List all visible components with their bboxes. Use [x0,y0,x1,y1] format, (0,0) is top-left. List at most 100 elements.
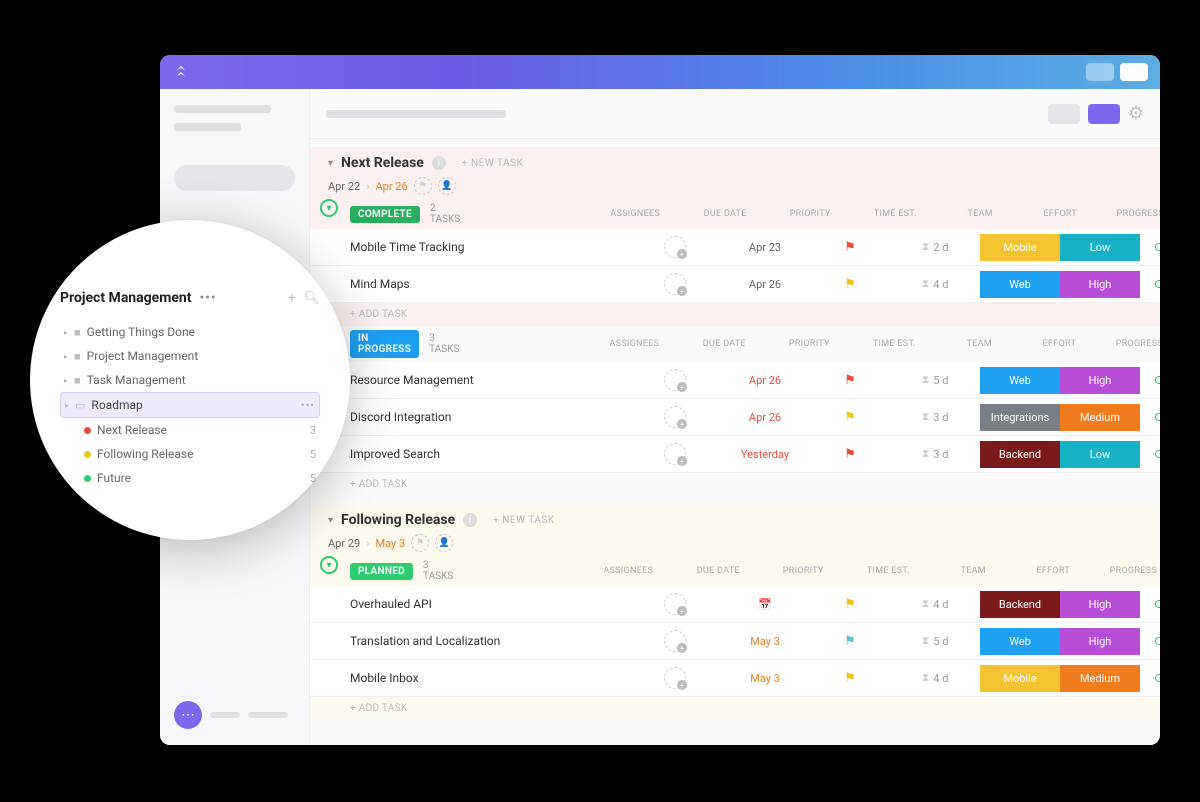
assignee-cell[interactable] [630,443,720,465]
priority-flag-icon[interactable]: ⚑ [810,410,890,425]
gear-icon[interactable]: ⚙ [1128,103,1144,124]
time-estimate[interactable]: ⧗5 d [890,634,980,648]
status-toggle-icon[interactable]: ▾ [320,199,338,217]
effort-tag[interactable]: High [1060,628,1140,655]
progress-cell[interactable] [1140,280,1160,288]
task-row[interactable]: Improved Search Yesterday ⚑ ⧗3 d Backend… [310,436,1160,473]
assignee-cell[interactable] [630,406,720,428]
status-badge[interactable]: IN PROGRESS [350,330,419,358]
effort-tag[interactable]: Medium [1060,665,1140,692]
priority-flag-icon[interactable]: ⚑ [810,373,890,388]
tree-item[interactable]: Following Release 5 [60,442,320,466]
task-row[interactable]: Translation and Localization May 3 ⚑ ⧗5 … [310,623,1160,660]
progress-cell[interactable] [1140,450,1160,458]
effort-tag[interactable]: High [1060,271,1140,298]
time-estimate[interactable]: ⧗4 d [890,597,980,611]
tree-item[interactable]: ▸ ■ Project Management [60,344,320,368]
assignee-cell[interactable] [630,273,720,295]
priority-flag-icon[interactable]: ⚑ [810,597,890,612]
assignee-cell[interactable] [630,667,720,689]
tree-item[interactable]: Future 5 [60,466,320,490]
team-tag[interactable]: Mobile [980,665,1060,692]
task-row[interactable]: Discord Integration Apr 26 ⚑ ⧗3 d Integr… [310,399,1160,436]
time-estimate[interactable]: ⧗5 d [890,373,980,387]
status-toggle-icon[interactable]: ▾ [320,556,338,574]
due-date[interactable]: May 3 [720,635,810,648]
team-tag[interactable]: Web [980,367,1060,394]
new-task-button[interactable]: + NEW TASK [493,515,554,526]
task-row[interactable]: Mobile Inbox May 3 ⚑ ⧗4 d Mobile Medium [310,660,1160,697]
time-estimate[interactable]: ⧗3 d [890,410,980,424]
flag-placeholder-icon[interactable]: ⚑ [411,534,429,552]
team-tag[interactable]: Backend [980,591,1060,618]
progress-cell[interactable] [1140,243,1160,251]
time-estimate[interactable]: ⧗4 d [890,671,980,685]
more-icon[interactable]: ••• [199,290,216,306]
chevron-down-icon[interactable]: ▾ [328,158,333,169]
due-date[interactable]: Apr 26 [720,411,810,424]
progress-cell[interactable] [1140,674,1160,682]
flag-placeholder-icon[interactable]: ⚑ [414,177,432,195]
priority-flag-icon[interactable]: ⚑ [810,277,890,292]
assignee-cell[interactable] [630,236,720,258]
more-icon[interactable]: ••• [301,399,315,412]
due-date[interactable]: 📅 [720,598,810,611]
add-task-button[interactable]: + ADD TASK [310,303,1160,326]
team-tag[interactable]: Integrations [980,404,1060,431]
priority-flag-icon[interactable]: ⚑ [810,634,890,649]
status-badge[interactable]: COMPLETE [350,206,420,223]
due-date[interactable]: Apr 26 [720,278,810,291]
assignee-cell[interactable] [630,593,720,615]
priority-flag-icon[interactable]: ⚑ [810,671,890,686]
task-row[interactable]: Mobile Time Tracking Apr 23 ⚑ ⧗2 d Mobil… [310,229,1160,266]
assignee-cell[interactable] [630,369,720,391]
plus-icon[interactable]: + [288,291,295,306]
due-date[interactable]: Yesterday [720,448,810,461]
tree-item[interactable]: Next Release 3 [60,418,320,442]
priority-flag-icon[interactable]: ⚑ [810,240,890,255]
effort-tag[interactable]: Medium [1060,404,1140,431]
time-estimate[interactable]: ⧗4 d [890,277,980,291]
tree-item[interactable]: ▸ ■ Getting Things Done [60,320,320,344]
effort-tag[interactable]: Low [1060,441,1140,468]
due-date[interactable]: May 3 [720,672,810,685]
window-maximize-button[interactable] [1120,63,1148,81]
time-estimate[interactable]: ⧗2 d [890,240,980,254]
view-toggle-a[interactable] [1048,104,1080,124]
search-icon[interactable]: 🔍︎ [303,291,320,306]
progress-cell[interactable] [1140,376,1160,384]
sidebar-search[interactable] [174,165,295,191]
effort-tag[interactable]: High [1060,367,1140,394]
assignee-placeholder-icon[interactable]: 👤 [438,177,456,195]
due-date[interactable]: Apr 26 [720,374,810,387]
team-tag[interactable]: Backend [980,441,1060,468]
task-row[interactable]: Mind Maps Apr 26 ⚑ ⧗4 d Web High [310,266,1160,303]
effort-tag[interactable]: High [1060,591,1140,618]
team-tag[interactable]: Web [980,628,1060,655]
assignee-placeholder-icon[interactable]: 👤 [435,534,453,552]
team-tag[interactable]: Mobile [980,234,1060,261]
assignee-cell[interactable] [630,630,720,652]
add-task-button[interactable]: + ADD TASK [310,473,1160,496]
chat-icon[interactable]: ⋯ [174,701,202,729]
new-task-button[interactable]: + NEW TASK [462,158,523,169]
due-date[interactable]: Apr 23 [720,241,810,254]
info-icon[interactable]: i [432,156,446,170]
progress-cell[interactable] [1140,413,1160,421]
view-toggle-b[interactable] [1088,104,1120,124]
window-minimize-button[interactable] [1086,63,1114,81]
effort-tag[interactable]: Low [1060,234,1140,261]
progress-cell[interactable] [1140,637,1160,645]
info-icon[interactable]: i [463,513,477,527]
task-row[interactable]: Resource Management Apr 26 ⚑ ⧗5 d Web Hi… [310,362,1160,399]
chevron-down-icon[interactable]: ▾ [328,515,333,526]
tree-item[interactable]: ▸ ■ Task Management [60,368,320,392]
team-tag[interactable]: Web [980,271,1060,298]
task-row[interactable]: Overhauled API 📅 ⚑ ⧗4 d Backend High [310,586,1160,623]
priority-flag-icon[interactable]: ⚑ [810,447,890,462]
add-task-button[interactable]: + ADD TASK [310,697,1160,720]
time-estimate[interactable]: ⧗3 d [890,447,980,461]
progress-cell[interactable] [1140,600,1160,608]
tree-item[interactable]: ▸ ▭ Roadmap ••• [60,392,320,418]
status-badge[interactable]: PLANNED [350,563,413,580]
